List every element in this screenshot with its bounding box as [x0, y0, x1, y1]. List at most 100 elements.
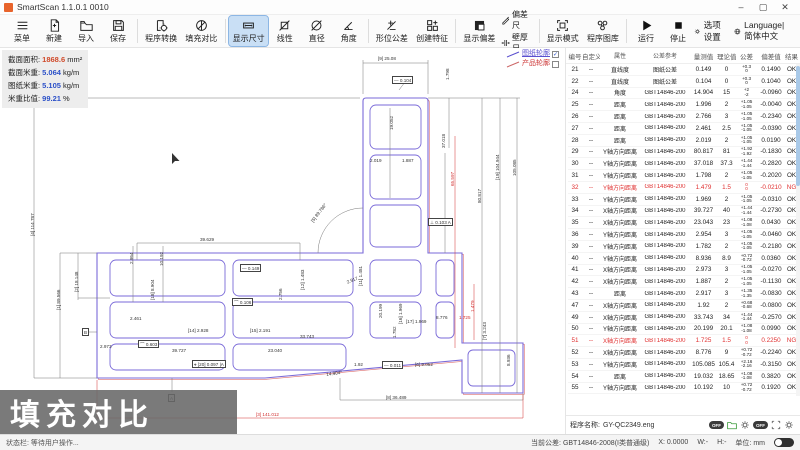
- column-header[interactable]: 公差参考: [640, 51, 690, 61]
- toggle-2-off[interactable]: OFF: [753, 421, 768, 429]
- table-row[interactable]: 24--角度GBT14846-20014.90415+2-2-0.0960OK: [568, 88, 800, 100]
- maximize-button[interactable]: ▢: [752, 2, 774, 13]
- column-header[interactable]: 编号: [568, 51, 582, 61]
- dimension-label: [3] 141.012: [256, 412, 279, 417]
- toolbar-angle[interactable]: 角度: [334, 16, 364, 46]
- table-row[interactable]: 25--距离GBT14846-2001.9962+1.05-1.05-0.004…: [568, 99, 800, 111]
- close-button[interactable]: ✕: [774, 2, 796, 13]
- toolbar-program-convert[interactable]: 程序转换: [142, 16, 180, 46]
- table-row[interactable]: 30--Y轴方向距离GBT14846-20037.01837.3+1.44-1.…: [568, 158, 800, 170]
- toolbar-save[interactable]: 保存: [103, 16, 133, 46]
- column-header[interactable]: 理论值: [717, 51, 736, 61]
- product-outline-checkbox[interactable]: [552, 61, 559, 68]
- minimize-button[interactable]: –: [730, 2, 752, 12]
- column-header[interactable]: 量测值: [690, 51, 717, 61]
- column-header[interactable]: 结果: [785, 51, 798, 61]
- toolbar-fill-compare[interactable]: 填充对比: [182, 16, 220, 46]
- tolerance-cell: +2-2: [736, 88, 757, 97]
- table-cell: 42: [568, 278, 582, 285]
- toolbar-show-deviation[interactable]: 显示偏差: [460, 16, 498, 46]
- save-icon: [112, 19, 125, 32]
- folder-icon[interactable]: [727, 420, 737, 430]
- table-row[interactable]: 39--Y轴方向距离GBT14846-2001.7822+1.05-1.05-0…: [568, 241, 800, 253]
- status-line-label: 状态栏:: [6, 440, 29, 447]
- table-row[interactable]: 21--直线度图纸公差0.1490+0.300.1490OK: [568, 64, 800, 76]
- toolbar-diameter[interactable]: 直径: [302, 16, 332, 46]
- table-row[interactable]: 53--Y轴方向距离GBT14846-200105.085105.4+2.16-…: [568, 359, 800, 371]
- tolerance-cell: +1.05-1.05: [736, 277, 757, 286]
- table-cell: -0.2180: [757, 243, 785, 250]
- toolbar-show-dimensions[interactable]: 显示尺寸: [229, 16, 267, 46]
- info-row: 截面面积: 1868.6 mm²: [8, 53, 82, 66]
- toolbar-deviation-ruler[interactable]: 偏差尺: [501, 9, 535, 31]
- toolbar-program-library[interactable]: 程序图库: [584, 16, 622, 46]
- table-row[interactable]: 49--X轴方向距离GBT14846-20033.74334+1.44-1.44…: [568, 312, 800, 324]
- column-header[interactable]: 自定义: [582, 51, 600, 61]
- table-scrollbar[interactable]: [796, 64, 800, 396]
- table-row[interactable]: 28--距离GBT14846-2002.0192+1.05-1.050.0190…: [568, 135, 800, 147]
- table-row[interactable]: 40--Y轴方向距离GBT14846-2008.9368.9+0.72-0.72…: [568, 253, 800, 265]
- crop-frame-icon[interactable]: [771, 420, 781, 430]
- table-row[interactable]: 51--X轴方向距离GBT14846-2001.7251.5000.2250NG: [568, 335, 800, 347]
- table-cell: 43: [568, 290, 582, 297]
- table-row[interactable]: 33--Y轴方向距离GBT14846-2001.9692+1.05-1.05-0…: [568, 194, 800, 206]
- table-cell: 2: [717, 302, 736, 309]
- column-header[interactable]: 属性: [600, 51, 640, 61]
- toolbar-new[interactable]: 新建: [39, 16, 69, 46]
- toolbar-menu[interactable]: 菜单: [7, 16, 37, 46]
- toolbar-stop[interactable]: 停止: [663, 16, 693, 46]
- table-row[interactable]: 36--Y轴方向距离GBT14846-2002.9543+1.05-1.05-0…: [568, 229, 800, 241]
- language-button[interactable]: Language|简体中文: [734, 20, 790, 42]
- toggle-1-off[interactable]: OFF: [709, 421, 724, 429]
- table-cell: 2.5: [717, 125, 736, 132]
- table-row[interactable]: 43--距离GBT14846-2002.9173+1.35-1.35-0.083…: [568, 288, 800, 300]
- table-cell: --: [582, 207, 600, 214]
- unit-toggle[interactable]: [774, 438, 794, 447]
- dimension-label: ⌖ [20] 0.097 |A: [192, 360, 226, 368]
- table-row[interactable]: 29--Y轴方向距离GBT14846-20080.81781+1.92-1.92…: [568, 147, 800, 159]
- table-cell: 22: [568, 78, 582, 85]
- toolbar-run[interactable]: 运行: [631, 16, 661, 46]
- toolbar-display-mode[interactable]: 显示模式: [544, 16, 582, 46]
- dimension-label: 1.798: [445, 69, 450, 81]
- table-cell: 2.461: [690, 125, 717, 132]
- table-row[interactable]: 52--X轴方向距离GBT14846-2008.7769+0.72-0.72-0…: [568, 347, 800, 359]
- table-row[interactable]: 47--X轴方向距离GBT14846-2001.922+0.68-0.68-0.…: [568, 300, 800, 312]
- legend-drawing-outline[interactable]: 图纸轮廓 ✓: [506, 49, 559, 59]
- table-row[interactable]: 41--X轴方向距离GBT14846-2002.9733+1.05-1.05-0…: [568, 265, 800, 277]
- table-cell: 3: [717, 113, 736, 120]
- toolbar-create-feature[interactable]: 创建特征: [413, 16, 451, 46]
- toolbar-import[interactable]: 导入: [71, 16, 101, 46]
- drawing-canvas[interactable]: 截面面积: 1868.6 mm²截面米重: 5.064 kg/m图纸米重: 5.…: [0, 48, 565, 434]
- table-row[interactable]: 54--距离GBT14846-20019.03218.65+1.08-1.080…: [568, 371, 800, 383]
- table-cell: 21: [568, 66, 582, 73]
- toolbar-form-tolerance[interactable]: 形位公差: [373, 16, 411, 46]
- table-cell: 3: [717, 290, 736, 297]
- table-row[interactable]: 35--X轴方向距离GBT14846-20023.04323+1.08-1.08…: [568, 217, 800, 229]
- gear-small-icon[interactable]: [740, 420, 750, 430]
- table-row[interactable]: 27--距离GBT14846-2002.4612.5+1.05-1.05-0.0…: [568, 123, 800, 135]
- drawing-outline-checkbox[interactable]: ✓: [552, 51, 559, 58]
- table-row[interactable]: 42--X轴方向距离GBT14846-2001.8872+1.05-1.05-0…: [568, 276, 800, 288]
- table-row[interactable]: 34--X轴方向距离GBT14846-20039.72740+1.44-1.44…: [568, 206, 800, 218]
- table-row[interactable]: 55--Y轴方向距离GBT14846-20010.19210+0.72-0.72…: [568, 383, 800, 395]
- table-row[interactable]: 32--Y轴方向距离GBT14846-2001.4791.500-0.0210N…: [568, 182, 800, 194]
- table-row[interactable]: 31--Y轴方向距离GBT14846-2001.7982+1.05-1.05-0…: [568, 170, 800, 182]
- dimension-label: 2.756: [278, 289, 283, 301]
- table-cell: 距离: [600, 289, 640, 298]
- dimension-label: 1.782: [392, 327, 397, 339]
- mode-icon: [556, 19, 569, 32]
- column-header[interactable]: 公差: [736, 51, 757, 61]
- table-row[interactable]: 22--直线度图纸公差0.1040+0.300.1040OK: [568, 76, 800, 88]
- scrollbar-thumb[interactable]: [796, 66, 800, 186]
- table-row[interactable]: 26--距离GBT14846-2002.7663+1.05-1.05-0.234…: [568, 111, 800, 123]
- column-header[interactable]: 偏差值: [757, 51, 785, 61]
- legend-product-outline[interactable]: 产品轮廓: [506, 59, 559, 69]
- table-row[interactable]: 50--Y轴方向距离GBT14846-20020.19920.1+1.08-1.…: [568, 324, 800, 336]
- options-settings-button[interactable]: 选项设置: [694, 19, 724, 43]
- table-cell: --: [582, 137, 600, 144]
- gear-small-icon-2[interactable]: [784, 420, 794, 430]
- table-cell: 0: [717, 78, 736, 85]
- toolbar-linear[interactable]: 线性: [270, 16, 300, 46]
- table-cell: Y轴方向距离: [600, 383, 640, 392]
